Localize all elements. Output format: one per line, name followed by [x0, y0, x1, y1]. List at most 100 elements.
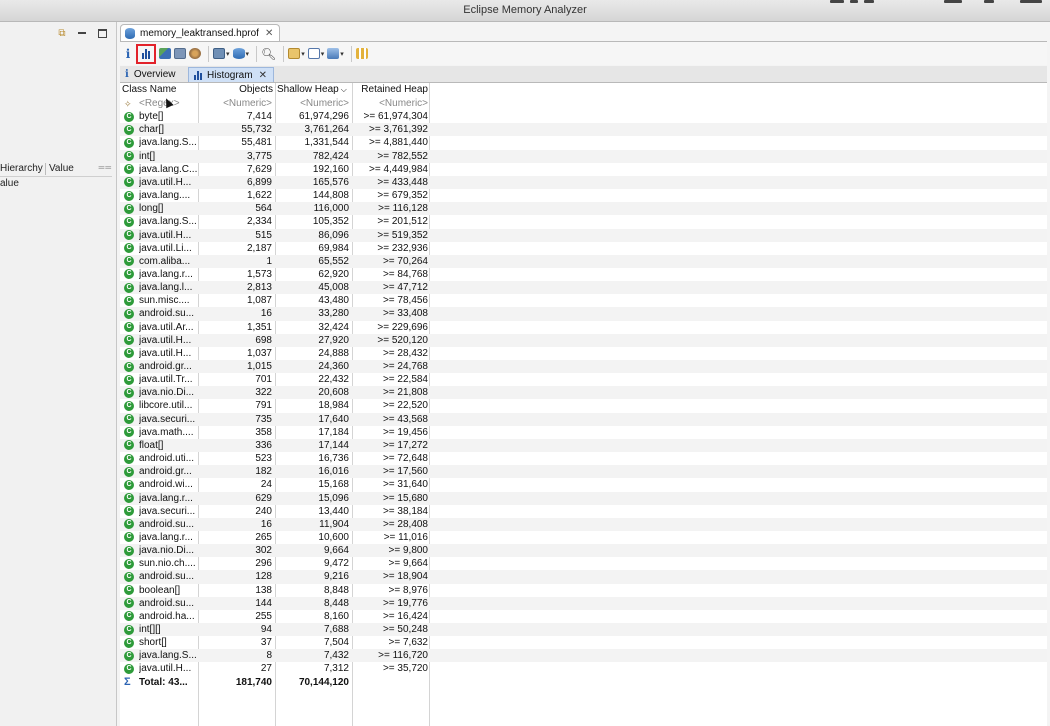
class-name-cell: boolean[] [139, 584, 181, 596]
objects-cell: 7,414 [246, 111, 272, 123]
table-row[interactable]: Cjava.nio.Di... 302 9,664 >= 9,800 [120, 544, 1047, 558]
table-row[interactable]: Cjava.lang.C... 7,629 192,160 >= 4,449,984 [120, 163, 1047, 176]
table-row[interactable]: Cjava.util.Tr... 701 22,432 >= 22,584 [120, 373, 1047, 386]
table-row[interactable]: Cjava.nio.Di... 322 20,608 >= 21,808 [120, 386, 1047, 400]
table-row[interactable]: Cjava.util.H... 1,037 24,888 >= 28,432 [120, 347, 1047, 360]
column-header-hierarchy[interactable]: Hierarchy [0, 162, 43, 176]
class-name-cell: java.lang.S... [139, 650, 197, 662]
table-row[interactable]: Cchar[] 55,732 3,761,264 >= 3,761,392 [120, 123, 1047, 137]
top-consumers-icon[interactable] [174, 45, 186, 63]
group-icon[interactable]: ▾ [288, 45, 305, 63]
link-icon[interactable]: ⧉ [56, 27, 68, 39]
table-row[interactable]: Cjava.lang.r... 629 15,096 >= 15,680 [120, 491, 1047, 505]
close-icon[interactable]: ✕ [265, 28, 273, 39]
class-name-cell: java.lang.r... [139, 492, 193, 504]
table-row[interactable]: Cshort[] 37 7,504 >= 7,632 [120, 636, 1047, 649]
query-browser-icon[interactable]: ▾ [213, 45, 230, 63]
table-row[interactable]: Candroid.su... 128 9,216 >= 18,904 [120, 570, 1047, 584]
export-icon[interactable]: ▾ [327, 45, 344, 63]
table-row[interactable]: Cjava.lang.l... 2,813 45,008 >= 47,712 [120, 281, 1047, 295]
table-row[interactable]: Clibcore.util... 791 18,984 >= 22,520 [120, 399, 1047, 412]
toolbar-separator [283, 45, 285, 62]
table-row[interactable]: Csun.misc.... 1,087 43,480 >= 78,456 [120, 294, 1047, 307]
table-row[interactable]: Cint[][] 94 7,688 >= 50,248 [120, 623, 1047, 637]
minimize-button[interactable] [76, 27, 88, 39]
heap-dump-overview-icon[interactable]: ▾ [232, 45, 249, 63]
tab-overview[interactable]: i Overview [120, 67, 188, 82]
table-row[interactable]: Cbyte[] 7,414 61,974,296 >= 61,974,304 [120, 110, 1047, 123]
table-row[interactable]: Cjava.lang.S... 2,334 105,352 >= 201,512 [120, 215, 1047, 228]
table-row[interactable]: Cjava.securi... 240 13,440 >= 38,184 [120, 505, 1047, 518]
shallow-heap-cell: 11,904 [319, 518, 349, 530]
table-row[interactable]: Cjava.util.Ar... 1,351 32,424 >= 229,696 [120, 321, 1047, 334]
column-header-objects[interactable]: Objects [200, 83, 273, 97]
table-row[interactable]: Clong[] 564 116,000 >= 116,128 [120, 202, 1047, 216]
table-row[interactable]: Cjava.lang.r... 265 10,600 >= 11,016 [120, 531, 1047, 544]
table-row[interactable]: Cfloat[] 336 17,144 >= 17,272 [120, 438, 1047, 453]
pin-icon[interactable] [355, 45, 368, 63]
table-row[interactable]: Cjava.securi... 735 17,640 >= 43,568 [120, 412, 1047, 426]
calculate-icon[interactable]: ▾ [307, 45, 324, 63]
shallow-heap-cell: 86,096 [318, 229, 349, 241]
table-row[interactable]: Cjava.util.H... 698 27,920 >= 520,120 [120, 333, 1047, 347]
objects-cell: 791 [255, 400, 272, 412]
duplicate-classes-icon[interactable] [189, 45, 201, 63]
table-row[interactable]: Candroid.gr... 1,015 24,360 >= 24,768 [120, 360, 1047, 374]
table-row[interactable]: Cjava.util.Li... 2,187 69,984 >= 232,936 [120, 242, 1047, 255]
objects-cell: 24 [260, 479, 272, 491]
histogram-icon[interactable] [136, 43, 156, 64]
filter-row[interactable]: ✧ <Regex> <Numeric> <Numeric> <Numeric> [120, 97, 1047, 110]
class-name-cell: android.su... [139, 571, 195, 583]
filter-objects-input[interactable]: <Numeric> [198, 97, 272, 110]
class-name-cell: android.su... [139, 518, 195, 530]
editor-tab-heap-dump[interactable]: memory_leaktransed.hprof ✕ [120, 24, 280, 41]
objects-cell: 1,351 [246, 321, 272, 333]
table-row[interactable]: Cint[] 3,775 782,424 >= 782,552 [120, 149, 1047, 163]
dominator-tree-icon[interactable] [159, 45, 171, 63]
table-row[interactable]: Csun.nio.ch.... 296 9,472 >= 9,664 [120, 557, 1047, 570]
filter-retained-input[interactable]: <Numeric> [353, 97, 428, 110]
tab-histogram[interactable]: Histogram ✕ [188, 67, 274, 82]
retained-heap-cell: >= 70,264 [382, 255, 428, 267]
table-row[interactable]: Ccom.aliba... 1 65,552 >= 70,264 [120, 254, 1047, 268]
table-row[interactable]: Candroid.ha... 255 8,160 >= 16,424 [120, 610, 1047, 623]
table-row[interactable]: Cjava.lang.S... 8 7,432 >= 116,720 [120, 649, 1047, 663]
table-row[interactable]: Cjava.util.H... 6,899 165,576 >= 433,448 [120, 175, 1047, 190]
table-row[interactable]: Candroid.gr... 182 16,016 >= 17,560 [120, 465, 1047, 479]
shallow-heap-cell: 116,000 [313, 203, 349, 215]
shallow-heap-cell: 9,472 [323, 558, 349, 570]
filter-shallow-input[interactable]: <Numeric> [276, 97, 349, 110]
table-row[interactable]: Cboolean[] 138 8,848 >= 8,976 [120, 584, 1047, 597]
table-row[interactable]: Cjava.util.H... 515 86,096 >= 519,352 [120, 228, 1047, 242]
retained-heap-cell: >= 21,808 [382, 387, 428, 399]
table-row[interactable]: Cjava.lang.r... 1,573 62,920 >= 84,768 [120, 268, 1047, 281]
table-row[interactable]: Cjava.math.... 358 17,184 >= 19,456 [120, 426, 1047, 439]
maximize-button[interactable] [96, 27, 108, 39]
titlebar-decoration [824, 0, 1044, 4]
column-header-value[interactable]: Value [49, 162, 74, 176]
class-name-cell: android.su... [139, 308, 195, 320]
table-row[interactable]: Cjava.lang.S... 55,481 1,331,544 >= 4,881,4… [120, 136, 1047, 149]
table-row[interactable]: Candroid.su... 16 33,280 >= 33,408 [120, 307, 1047, 321]
info-icon[interactable]: i [123, 45, 133, 63]
table-row[interactable]: Candroid.su... 144 8,448 >= 19,776 [120, 596, 1047, 610]
class-icon: C [124, 414, 134, 425]
view-menu-icon[interactable]: ══ [99, 163, 112, 172]
column-header-shallow-heap[interactable]: Shallow Heap ⌵ [277, 83, 352, 97]
class-name-cell: java.util.H... [139, 663, 192, 675]
class-name-cell: java.securi... [139, 505, 196, 517]
table-row[interactable]: Candroid.uti... 523 16,736 >= 72,648 [120, 452, 1047, 465]
table-row[interactable]: Candroid.wi... 24 15,168 >= 31,640 [120, 478, 1047, 491]
search-icon[interactable]: 🔍︎ [261, 45, 276, 63]
shallow-heap-cell: 22,432 [318, 374, 349, 386]
column-header-retained-heap[interactable]: Retained Heap [354, 83, 428, 97]
table-row[interactable]: Cjava.util.H... 27 7,312 >= 35,720 [120, 662, 1047, 675]
column-separator [45, 163, 46, 175]
table-row[interactable]: Cjava.lang.... 1,622 144,808 >= 679,352 [120, 189, 1047, 202]
retained-heap-cell: >= 28,408 [382, 518, 428, 530]
close-icon[interactable]: ✕ [259, 70, 267, 81]
class-icon: C [124, 440, 134, 451]
table-row[interactable]: Candroid.su... 16 11,904 >= 28,408 [120, 517, 1047, 531]
shallow-heap-cell: 65,552 [318, 255, 349, 267]
column-header-class-name[interactable]: Class Name [122, 83, 196, 97]
